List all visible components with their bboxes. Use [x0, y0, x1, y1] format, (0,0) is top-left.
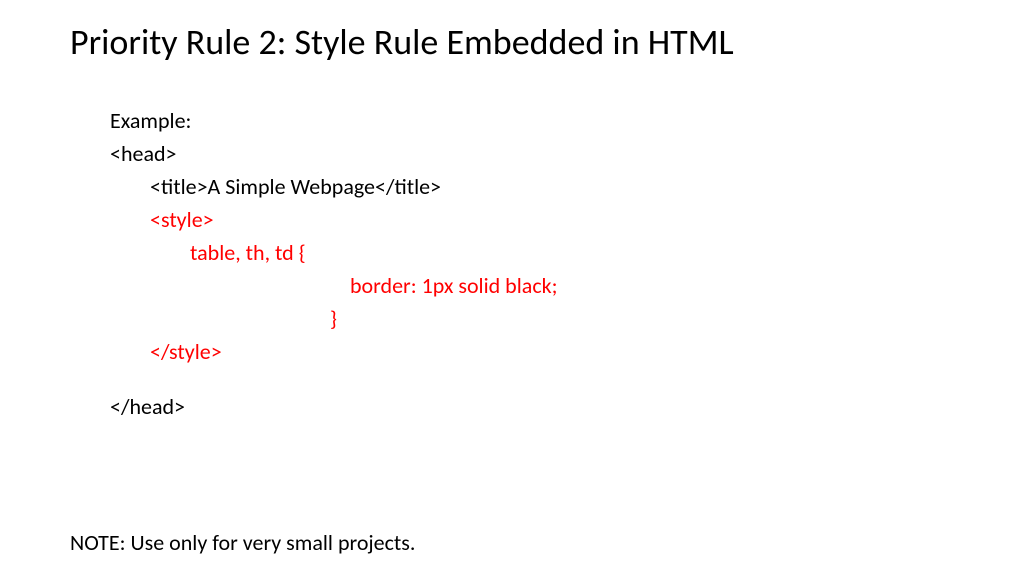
- code-line: </style>: [110, 335, 954, 368]
- code-line: <head>: [110, 137, 954, 170]
- code-line: }: [110, 302, 954, 335]
- code-line: <style>: [110, 203, 954, 236]
- code-example: Example: <head> <title>A Simple Webpage<…: [110, 104, 954, 423]
- code-line: table, th, td {: [110, 236, 954, 269]
- code-line: </head>: [110, 390, 954, 423]
- code-line: Example:: [110, 104, 954, 137]
- note-text: NOTE: Use only for very small projects.: [70, 529, 415, 556]
- slide-title: Priority Rule 2: Style Rule Embedded in …: [70, 20, 954, 64]
- code-line: border: 1px solid black;: [110, 269, 954, 302]
- code-line: <title>A Simple Webpage</title>: [110, 170, 954, 203]
